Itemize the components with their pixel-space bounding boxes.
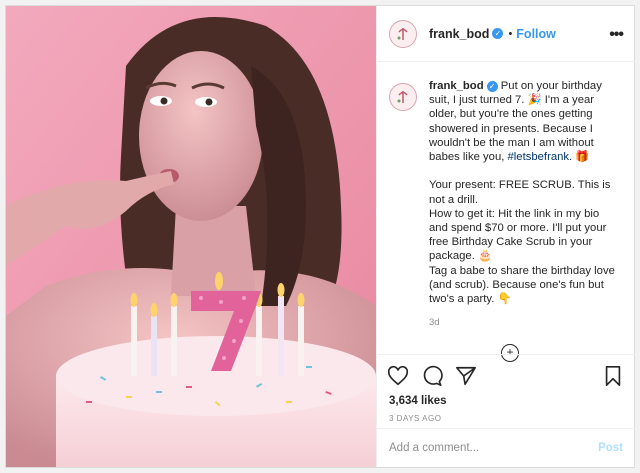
verified-icon: ✓ [486,80,498,92]
caption-present: Your present: FREE SCRUB. This is not a … [429,179,611,206]
caption-avatar[interactable] [389,83,417,111]
comment-input[interactable] [389,442,599,454]
separator-dot: • [508,27,513,40]
more-options-icon[interactable]: ••• [609,26,624,44]
caption-text: frank_bod ✓ Put on your birthday suit, I … [429,79,621,353]
verified-icon: ✓ [492,28,504,39]
caption-tag: Tag a babe to share the birthday love (a… [429,264,615,306]
header-username[interactable]: frank_bod [429,27,489,41]
post-header: frank_bod ✓ • Follow ••• [377,6,635,62]
birthday-cake-photo [6,6,376,467]
avatar[interactable] [389,19,417,48]
post-photo[interactable] [6,6,376,467]
frank-logo-icon [397,27,408,40]
add-comment-bar: Post [377,428,635,467]
caption-section: frank_bod ✓ Put on your birthday suit, I … [377,63,635,353]
comment-icon[interactable] [421,365,443,387]
action-bar: 3,634 likes 3 DAYS AGO [377,354,635,428]
post-side-panel: frank_bod ✓ • Follow ••• frank_bod ✓ Put … [376,6,635,467]
caption-username[interactable]: frank_bod [429,80,484,92]
bookmark-icon[interactable] [603,365,623,387]
frank-logo-icon [397,91,408,103]
likes-count[interactable]: 3,634 likes [389,395,447,407]
instagram-post-card: frank_bod ✓ • Follow ••• frank_bod ✓ Put … [5,5,635,468]
heart-icon[interactable] [387,365,409,387]
post-comment-button[interactable]: Post [598,442,623,454]
caption-body-end: 🎁 [572,151,590,164]
post-age[interactable]: 3d [429,316,621,330]
caption-how: How to get it: Hit the link in my bio an… [429,207,607,263]
post-date: 3 DAYS AGO [389,414,442,423]
hashtag-link[interactable]: #letsbefrank. [508,151,573,163]
share-icon[interactable] [455,365,477,387]
follow-button[interactable]: Follow [516,27,556,41]
